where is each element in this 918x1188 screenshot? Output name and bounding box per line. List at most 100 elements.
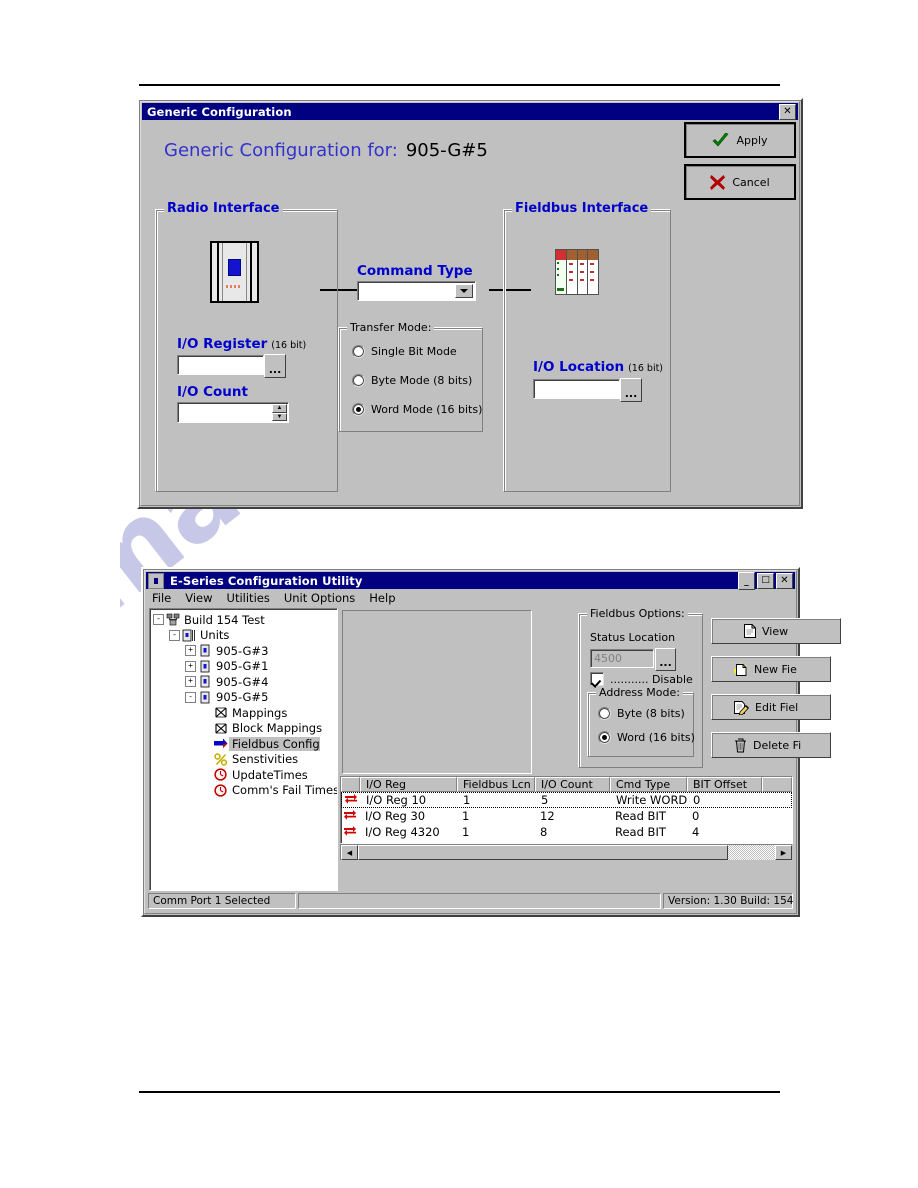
maximize-icon[interactable]: □	[757, 572, 774, 589]
status-location-value: 4500	[594, 652, 622, 665]
table-row[interactable]: I/O Reg 4320 1 8 Read BIT 4	[341, 824, 792, 840]
radio-word-mode[interactable]: Word Mode (16 bits)	[352, 403, 482, 416]
table-header-io-count[interactable]: I/O Count	[535, 777, 610, 792]
tree-item[interactable]: - Units	[153, 628, 337, 644]
transfer-mode-legend: Transfer Mode:	[347, 321, 435, 334]
dialog-heading-value: 905-G#5	[405, 140, 488, 161]
scroll-right-icon[interactable]: ▶	[775, 845, 792, 860]
table-header-cmd-type[interactable]: Cmd Type	[610, 777, 687, 792]
tree-item[interactable]: - Build 154 Test	[153, 612, 337, 628]
close-icon[interactable]: ✕	[776, 572, 793, 589]
menu-help[interactable]: Help	[369, 591, 395, 605]
tree-item-label: 905-G#3	[216, 643, 269, 658]
table-cell-fieldbus-lcn: 1	[462, 825, 470, 839]
minimize-icon[interactable]: _	[738, 571, 755, 590]
scroll-left-icon[interactable]: ◀	[341, 845, 358, 860]
collapse-toggle-icon[interactable]: -	[185, 691, 196, 703]
scrollbar-track[interactable]	[728, 845, 775, 860]
tree-item[interactable]: +905-G#1	[153, 659, 337, 675]
command-type-combobox[interactable]	[357, 281, 476, 301]
unit-icon	[198, 660, 212, 673]
radio-byte-mode-label: Byte Mode (8 bits)	[371, 374, 473, 387]
row-transfer-icon	[342, 793, 361, 807]
io-location-label-row: I/O Location (16 bit)	[533, 359, 663, 375]
fieldbus-mapping-table[interactable]: I/O Reg Fieldbus Lcn I/O Count Cmd Type …	[340, 776, 793, 844]
expand-toggle-icon[interactable]: +	[185, 676, 196, 688]
menu-file[interactable]: File	[152, 591, 171, 605]
radio-interface-legend: Radio Interface	[164, 201, 283, 216]
close-icon[interactable]: ✕	[779, 103, 796, 120]
io-register-browse-button[interactable]: ...	[264, 354, 286, 378]
collapse-toggle-icon[interactable]: -	[153, 614, 164, 626]
delete-field-button[interactable]: Delete Fi	[711, 732, 831, 758]
io-register-input[interactable]	[177, 355, 264, 375]
table-row[interactable]: I/O Reg 10 1 5 Write WORD 0	[341, 792, 792, 808]
menu-unit-options[interactable]: Unit Options	[284, 591, 355, 605]
tree-item[interactable]: Block Mappings	[153, 721, 337, 737]
io-location-input[interactable]	[533, 379, 620, 399]
table-horizontal-scrollbar[interactable]: ◀ ▶	[340, 844, 792, 860]
table-header-bit-offset[interactable]: BIT Offset	[687, 777, 762, 792]
expand-toggle-icon[interactable]: +	[185, 660, 196, 672]
unit-icon	[198, 644, 212, 657]
radio-single-bit-mode[interactable]: Single Bit Mode	[352, 345, 457, 358]
radio-address-word[interactable]: Word (16 bits)	[598, 731, 695, 744]
row-transfer-icon	[341, 825, 360, 839]
table-cell-fieldbus-lcn: 1	[462, 809, 470, 823]
spin-down-icon[interactable]: ▼	[272, 412, 287, 421]
table-cell-cmd-type: Read BIT	[615, 825, 666, 839]
preview-panel	[342, 610, 532, 774]
radio-byte-mode[interactable]: Byte Mode (8 bits)	[352, 374, 472, 387]
scrollbar-thumb[interactable]	[358, 845, 728, 860]
disable-checkbox-row[interactable]: ........... Disable	[590, 672, 693, 686]
navigation-tree[interactable]: - Build 154 Test - Units +905-G#3 +905-G#1 +90…	[149, 608, 338, 891]
radio-dot-icon	[352, 403, 365, 416]
menu-utilities[interactable]: Utilities	[227, 591, 270, 605]
radio-address-byte[interactable]: Byte (8 bits)	[598, 707, 685, 720]
tree-item-label: Senstivities	[232, 752, 299, 767]
unit-icon	[198, 675, 212, 688]
edit-field-button[interactable]: Edit Fiel	[711, 694, 831, 720]
cancel-button[interactable]: Cancel	[684, 164, 796, 200]
status-location-browse-button[interactable]: ...	[655, 648, 676, 671]
manual-page: manualslive.com Generic Configuration ✕ …	[0, 0, 918, 1188]
table-header-gutter	[341, 777, 360, 792]
main-content-panel: Fieldbus Options: Status Location 4500 .…	[338, 607, 841, 889]
io-location-browse-button[interactable]: ...	[620, 378, 642, 402]
io-count-spinner[interactable]: ▲ ▼	[177, 402, 289, 423]
io-count-spin-buttons[interactable]: ▲ ▼	[272, 404, 287, 421]
tree-item[interactable]: Mappings	[153, 705, 337, 721]
table-body[interactable]: I/O Reg 10 1 5 Write WORD 0 I/O Reg 30 1 12 Read…	[341, 792, 792, 840]
tree-item[interactable]: Senstivities	[153, 752, 337, 768]
check-icon	[713, 132, 729, 146]
table-header-fieldbus-lcn[interactable]: Fieldbus Lcn	[457, 777, 535, 792]
collapse-toggle-icon[interactable]: -	[169, 629, 180, 641]
spin-up-icon[interactable]: ▲	[272, 404, 287, 413]
view-button[interactable]: View	[711, 618, 841, 644]
transfer-mode-group: Transfer Mode: Single Bit Mode Byte Mode…	[339, 321, 483, 432]
table-row[interactable]: I/O Reg 30 1 12 Read BIT 0	[341, 808, 792, 824]
table-cell-cmd-type: Write WORD	[616, 793, 688, 807]
table-header-io-reg[interactable]: I/O Reg	[360, 777, 457, 792]
tree-item[interactable]: UpdateTimes	[153, 767, 337, 783]
status-location-input[interactable]: 4500	[590, 649, 654, 668]
tree-item[interactable]: +905-G#3	[153, 643, 337, 659]
io-location-label: I/O Location	[533, 359, 625, 375]
apply-button[interactable]: Apply	[684, 122, 796, 158]
unit-folder-icon	[182, 629, 196, 642]
radio-dot-icon	[598, 731, 611, 744]
tree-item-label: Comm's Fail Times	[232, 783, 338, 798]
chevron-down-icon[interactable]	[455, 284, 473, 298]
radio-dot-icon	[352, 345, 365, 358]
tree-item[interactable]: Comm's Fail Times	[153, 783, 337, 799]
tree-item[interactable]: - 905-G#5	[153, 690, 337, 706]
checkbox-icon[interactable]	[590, 672, 604, 686]
app-titlebar: E-Series Configuration Utility _ □ ✕	[146, 571, 795, 590]
menu-view[interactable]: View	[185, 591, 212, 605]
new-field-button[interactable]: New Fie	[711, 656, 831, 682]
edit-document-icon	[734, 700, 749, 715]
expand-toggle-icon[interactable]: +	[185, 645, 196, 657]
tree-item[interactable]: +905-G#4	[153, 674, 337, 690]
table-cell-cmd-type: Read BIT	[615, 809, 666, 823]
tree-item[interactable]: Fieldbus Config	[153, 736, 337, 752]
